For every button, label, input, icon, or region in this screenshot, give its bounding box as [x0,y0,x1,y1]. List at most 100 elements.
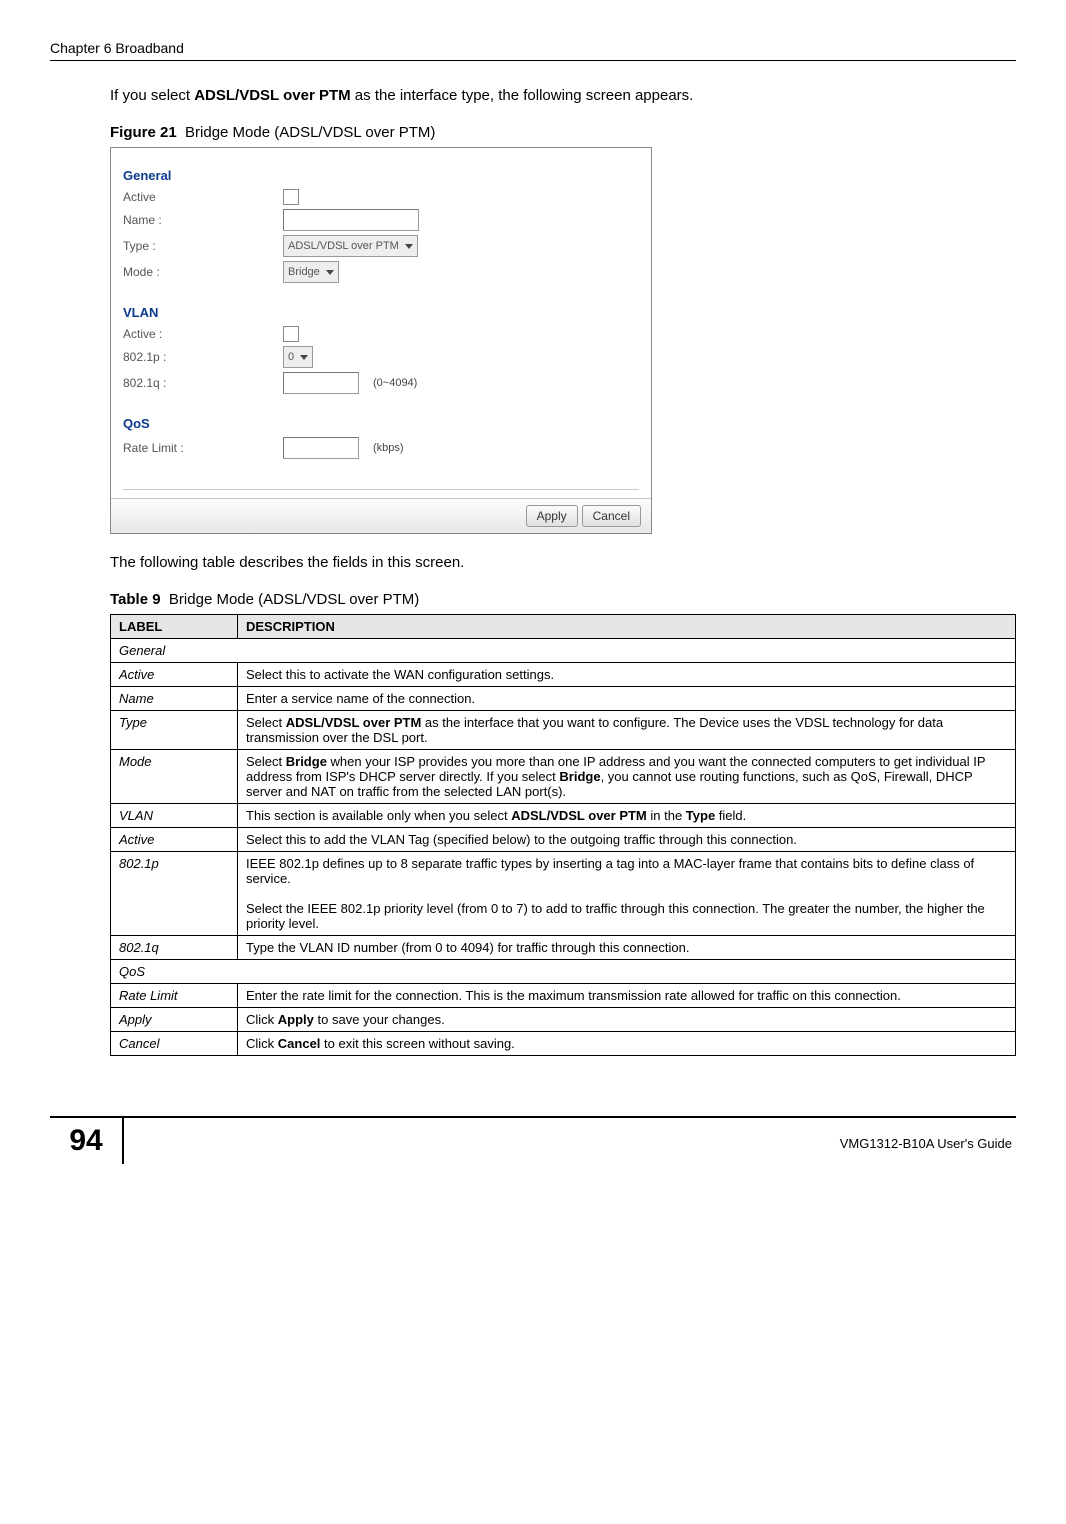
text: IEEE 802.1p defines up to 8 separate tra… [246,856,974,886]
cell-desc: Select Bridge when your ISP provides you… [238,750,1016,804]
label-mode: Mode : [123,265,283,279]
select-8021p-value: 0 [288,351,294,363]
table-row: VLAN This section is available only when… [111,804,1016,828]
guide-name: VMG1312-B10A User's Guide [124,1118,1016,1164]
row-mode: Mode : Bridge [123,261,639,283]
text: to exit this screen without saving. [320,1036,514,1051]
table-row: Type Select ADSL/VDSL over PTM as the in… [111,711,1016,750]
th-label: LABEL [111,615,238,639]
row-vlan-active: Active : [123,326,639,342]
cell-desc: Select this to add the VLAN Tag (specifi… [238,828,1016,852]
chevron-down-icon [405,244,413,249]
cell-label: 802.1q [111,936,238,960]
cell-label: Cancel [111,1032,238,1056]
select-type-value: ADSL/VDSL over PTM [288,240,399,252]
figure-caption: Figure 21 Bridge Mode (ADSL/VDSL over PT… [110,124,1016,141]
cell-desc: Click Apply to save your changes. [238,1008,1016,1032]
row-8021q: 802.1q : (0~4094) [123,372,639,394]
text: field. [715,808,746,823]
row-rate-limit: Rate Limit : (kbps) [123,437,639,459]
text: Select [246,715,286,730]
select-8021p[interactable]: 0 [283,346,313,368]
table-caption: Table 9 Bridge Mode (ADSL/VDSL over PTM) [110,591,1016,608]
text: Select the IEEE 802.1p priority level (f… [246,901,985,931]
input-rate-limit[interactable] [283,437,359,459]
hint-rate-limit: (kbps) [373,442,404,454]
table-header-row: LABEL DESCRIPTION [111,615,1016,639]
row-8021p: 802.1p : 0 [123,346,639,368]
row-general-active: Active [123,189,639,205]
section-title-qos: QoS [123,416,639,431]
text: in the [647,808,686,823]
select-mode[interactable]: Bridge [283,261,339,283]
after-figure-text: The following table describes the fields… [110,552,1016,573]
bold-text: ADSL/VDSL over PTM [286,715,422,730]
cell-label: Active [111,663,238,687]
cell-desc: This section is available only when you … [238,804,1016,828]
text: to save your changes. [314,1012,445,1027]
text: This section is available only when you … [246,808,511,823]
checkbox-active[interactable] [283,189,299,205]
cell-desc: Click Cancel to exit this screen without… [238,1032,1016,1056]
cell-desc: Select this to activate the WAN configur… [238,663,1016,687]
page-number: 94 [50,1118,124,1164]
cell-label: Active [111,828,238,852]
cell-desc: Enter a service name of the connection. [238,687,1016,711]
checkbox-vlan-active[interactable] [283,326,299,342]
table-row: Name Enter a service name of the connect… [111,687,1016,711]
input-8021q[interactable] [283,372,359,394]
cell-desc: IEEE 802.1p defines up to 8 separate tra… [238,852,1016,936]
bold-text: Bridge [559,769,600,784]
table-title: Bridge Mode (ADSL/VDSL over PTM) [169,591,419,608]
bold-text: Apply [278,1012,314,1027]
select-type[interactable]: ADSL/VDSL over PTM [283,235,418,257]
table-row: QoS [111,960,1016,984]
text: Select [246,754,286,769]
bold-text: ADSL/VDSL over PTM [511,808,647,823]
label-active: Active [123,190,283,204]
screenshot-panel: General Active Name : Type : ADSL/VDSL o… [110,147,652,534]
table-row: Active Select this to activate the WAN c… [111,663,1016,687]
cell-desc: Type the VLAN ID number (from 0 to 4094)… [238,936,1016,960]
intro-paragraph: If you select ADSL/VDSL over PTM as the … [110,85,1016,106]
cell-desc: Select ADSL/VDSL over PTM as the interfa… [238,711,1016,750]
cell-label: Rate Limit [111,984,238,1008]
divider [123,489,639,490]
section-title-general: General [123,168,639,183]
row-name: Name : [123,209,639,231]
figure-label: Figure 21 [110,124,177,141]
cell-label: Type [111,711,238,750]
label-vlan-active: Active : [123,327,283,341]
table-row: Cancel Click Cancel to exit this screen … [111,1032,1016,1056]
cell-label: Mode [111,750,238,804]
chevron-down-icon [326,270,334,275]
label-name: Name : [123,213,283,227]
bold-text: Cancel [278,1036,321,1051]
table-row: 802.1q Type the VLAN ID number (from 0 t… [111,936,1016,960]
apply-button[interactable]: Apply [526,505,578,527]
cell-label: Apply [111,1008,238,1032]
table-row: 802.1p IEEE 802.1p defines up to 8 separ… [111,852,1016,936]
intro-pre: If you select [110,87,194,104]
label-type: Type : [123,239,283,253]
cancel-button[interactable]: Cancel [582,505,641,527]
table-row: Active Select this to add the VLAN Tag (… [111,828,1016,852]
th-desc: DESCRIPTION [238,615,1016,639]
label-8021p: 802.1p : [123,350,283,364]
cell-qos: QoS [111,960,1016,984]
cell-label: VLAN [111,804,238,828]
input-name[interactable] [283,209,419,231]
label-8021q: 802.1q : [123,376,283,390]
figure-title: Bridge Mode (ADSL/VDSL over PTM) [185,124,435,141]
table-label: Table 9 [110,591,161,608]
hint-8021q: (0~4094) [373,377,417,389]
label-rate-limit: Rate Limit : [123,441,283,455]
bold-text: Type [686,808,715,823]
row-type: Type : ADSL/VDSL over PTM [123,235,639,257]
cell-desc: Enter the rate limit for the connection.… [238,984,1016,1008]
select-mode-value: Bridge [288,266,320,278]
chapter-header: Chapter 6 Broadband [50,40,1016,61]
cell-general: General [111,639,1016,663]
section-title-vlan: VLAN [123,305,639,320]
table-row: Rate Limit Enter the rate limit for the … [111,984,1016,1008]
